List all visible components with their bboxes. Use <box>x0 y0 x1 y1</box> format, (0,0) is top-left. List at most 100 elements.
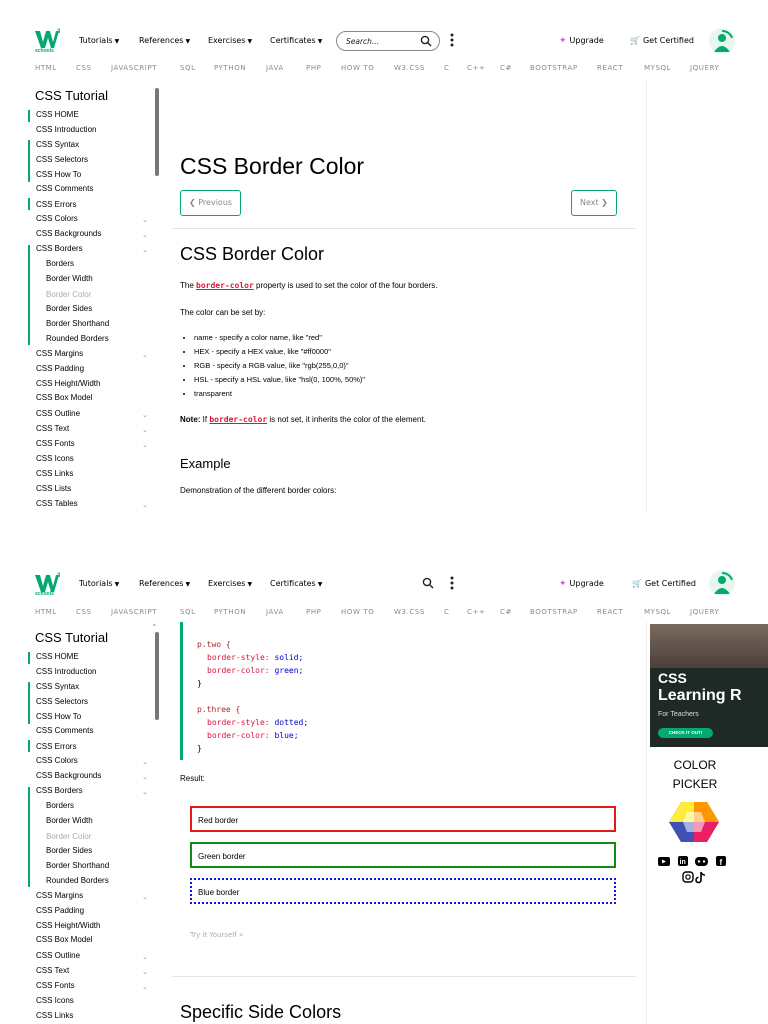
sidebar-item-css-outline[interactable]: CSS Outline <box>36 409 80 424</box>
sidebar-item-css-borders[interactable]: CSS Borders <box>36 786 83 801</box>
subnav-react[interactable]: REACT <box>597 608 623 616</box>
search-icon[interactable] <box>420 35 432 47</box>
menu-exercises[interactable]: Exercises ▼ <box>208 579 252 588</box>
subnav-bootstrap[interactable]: BOOTSTRAP <box>530 64 578 72</box>
search-icon[interactable] <box>422 577 434 589</box>
sidebar-item-css-text[interactable]: CSS Text <box>36 424 69 439</box>
subnav-csharp[interactable]: C# <box>500 608 512 616</box>
subnav-csharp[interactable]: C# <box>500 64 512 72</box>
sidebar-item-css-errors[interactable]: CSS Errors <box>36 200 76 215</box>
sidebar-item-css-how-to[interactable]: CSS How To <box>36 170 81 185</box>
sidebar-item-rounded-borders[interactable]: Rounded Borders <box>46 334 109 349</box>
border-color-code-link[interactable]: border-color <box>209 415 267 424</box>
subnav-cpp[interactable]: C++ <box>467 64 485 72</box>
sidebar-item-css-syntax[interactable]: CSS Syntax <box>36 682 79 697</box>
subnav-sql[interactable]: SQL <box>180 608 196 616</box>
linkedin-icon[interactable]: in <box>678 856 688 866</box>
sidebar-item-css-height-width[interactable]: CSS Height/Width <box>36 921 100 936</box>
subnav-css[interactable]: CSS <box>76 64 92 72</box>
subnav-php[interactable]: PHP <box>306 64 322 72</box>
menu-tutorials[interactable]: Tutorials ▼ <box>79 36 119 45</box>
sidebar-item-css-home[interactable]: CSS HOME <box>36 110 79 125</box>
sidebar-item-css-links[interactable]: CSS Links <box>36 469 73 484</box>
subnav-java[interactable]: JAVA <box>266 608 284 616</box>
sidebar-item-css-fonts[interactable]: CSS Fonts <box>36 439 75 454</box>
subnav-python[interactable]: PYTHON <box>214 608 246 616</box>
subnav-w3css[interactable]: W3.CSS <box>394 608 425 616</box>
subnav-jquery[interactable]: JQUERY <box>690 64 719 72</box>
sidebar-item-border-color[interactable]: Border Color <box>46 832 91 847</box>
sidebar-item-css-box-model[interactable]: CSS Box Model <box>36 935 92 950</box>
ad-check-it-out-button[interactable]: CHECK IT OUT! <box>658 728 713 738</box>
sidebar-item-border-color[interactable]: Border Color <box>46 290 91 305</box>
sidebar-item-css-box-model[interactable]: CSS Box Model <box>36 393 92 408</box>
next-button[interactable]: Next ❯ <box>571 190 617 216</box>
sidebar-item-css-comments[interactable]: CSS Comments <box>36 726 93 741</box>
menu-certificates[interactable]: Certificates ▼ <box>270 579 322 588</box>
subnav-w3css[interactable]: W3.CSS <box>394 64 425 72</box>
sidebar-item-css-introduction[interactable]: CSS Introduction <box>36 125 96 140</box>
subnav-javascript[interactable]: JAVASCRIPT <box>111 608 157 616</box>
sidebar-item-border-shorthand[interactable]: Border Shorthand <box>46 319 109 334</box>
color-picker-label[interactable]: PICKER <box>650 777 740 791</box>
sidebar-item-css-borders[interactable]: CSS Borders <box>36 244 83 259</box>
subnav-cpp[interactable]: C++ <box>467 608 485 616</box>
sidebar-item-css-errors[interactable]: CSS Errors <box>36 742 76 757</box>
subnav-java[interactable]: JAVA <box>266 64 284 72</box>
sidebar-item-css-margins[interactable]: CSS Margins <box>36 891 83 906</box>
tiktok-icon[interactable] <box>695 871 706 884</box>
advertisement-banner[interactable]: CSS Learning R For Teachers CHECK IT OUT… <box>650 624 768 747</box>
sidebar-item-css-home[interactable]: CSS HOME <box>36 652 79 667</box>
sidebar-item-css-padding[interactable]: CSS Padding <box>36 906 84 921</box>
get-certified-link[interactable]: 🛒 Get Certified <box>630 36 694 45</box>
search-input[interactable]: Search... <box>336 31 440 51</box>
sidebar-item-css-height-width[interactable]: CSS Height/Width <box>36 379 100 394</box>
sidebar-item-border-width[interactable]: Border Width <box>46 274 93 289</box>
sidebar-item-css-syntax[interactable]: CSS Syntax <box>36 140 79 155</box>
subnav-mysql[interactable]: MYSQL <box>644 64 671 72</box>
upgrade-link[interactable]: ✦ Upgrade <box>559 36 604 46</box>
instagram-icon[interactable] <box>682 871 694 883</box>
sidebar-item-rounded-borders[interactable]: Rounded Borders <box>46 876 109 891</box>
color-picker-hexagon-icon[interactable] <box>669 800 719 844</box>
subnav-howto[interactable]: HOW TO <box>341 608 374 616</box>
sidebar-item-border-shorthand[interactable]: Border Shorthand <box>46 861 109 876</box>
sidebar-item-css-how-to[interactable]: CSS How To <box>36 712 81 727</box>
facebook-icon[interactable]: f <box>716 856 726 867</box>
sidebar-item-css-padding[interactable]: CSS Padding <box>36 364 84 379</box>
sidebar-item-css-backgrounds[interactable]: CSS Backgrounds <box>36 771 101 786</box>
menu-references[interactable]: References ▼ <box>139 36 190 45</box>
sidebar-item-css-tables[interactable]: CSS Tables <box>36 499 78 512</box>
sidebar-item-border-sides[interactable]: Border Sides <box>46 304 92 319</box>
sidebar-item-borders[interactable]: Borders <box>46 259 74 274</box>
border-color-code-link[interactable]: border-color <box>196 281 254 290</box>
subnav-sql[interactable]: SQL <box>180 64 196 72</box>
sidebar-item-borders[interactable]: Borders <box>46 801 74 816</box>
sidebar-item-border-width[interactable]: Border Width <box>46 816 93 831</box>
more-options-icon[interactable] <box>449 32 455 48</box>
upgrade-link[interactable]: ✦ Upgrade <box>559 579 604 589</box>
subnav-c[interactable]: C <box>444 608 450 616</box>
subnav-react[interactable]: REACT <box>597 64 623 72</box>
sidebar-item-css-outline[interactable]: CSS Outline <box>36 951 80 966</box>
color-picker-label[interactable]: COLOR <box>650 758 740 772</box>
sidebar-item-css-lists[interactable]: CSS Lists <box>36 484 71 499</box>
more-options-icon[interactable] <box>449 575 455 591</box>
subnav-javascript[interactable]: JAVASCRIPT <box>111 64 157 72</box>
menu-exercises[interactable]: Exercises ▼ <box>208 36 252 45</box>
sidebar-item-border-sides[interactable]: Border Sides <box>46 846 92 861</box>
subnav-html[interactable]: HTML <box>35 64 57 72</box>
subnav-bootstrap[interactable]: BOOTSTRAP <box>530 608 578 616</box>
scroll-up-icon[interactable]: ^ <box>153 624 156 630</box>
sidebar-item-css-icons[interactable]: CSS Icons <box>36 996 74 1011</box>
subnav-php[interactable]: PHP <box>306 608 322 616</box>
sidebar-item-css-margins[interactable]: CSS Margins <box>36 349 83 364</box>
sidebar-item-css-text[interactable]: CSS Text <box>36 966 69 981</box>
subnav-html[interactable]: HTML <box>35 608 57 616</box>
sidebar-item-css-colors[interactable]: CSS Colors <box>36 214 78 229</box>
subnav-css[interactable]: CSS <box>76 608 92 616</box>
sidebar-item-css-comments[interactable]: CSS Comments <box>36 184 93 199</box>
sidebar-scrollbar-thumb[interactable] <box>155 632 159 720</box>
get-certified-link[interactable]: 🛒 Get Certified <box>632 579 696 588</box>
sidebar-item-css-links[interactable]: CSS Links <box>36 1011 73 1024</box>
